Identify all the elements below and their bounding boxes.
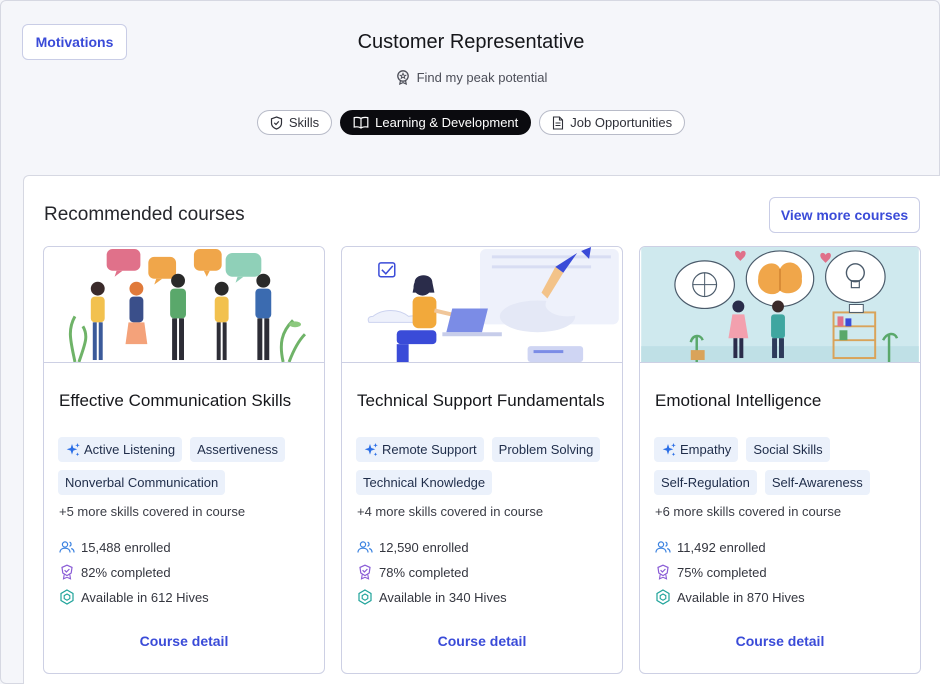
more-skills-text: +4 more skills covered in course [357,504,544,519]
skill-chip-label: Assertiveness [197,442,278,457]
users-icon [59,541,75,553]
users-icon [655,541,671,553]
skill-chip: Technical Knowledge [356,470,493,495]
skill-chip: Active Listening [58,437,183,462]
hives-stat: Available in 870 Hives [655,589,805,605]
tab-learning-development[interactable]: Learning & Development [340,110,532,135]
completed-label: 78% completed [379,564,469,580]
more-skills-text: +6 more skills covered in course [655,504,842,519]
skill-chip: Self-Awareness [764,470,870,495]
hive-icon [60,589,74,605]
tab-job-opportunities[interactable]: Job Opportunities [539,110,686,135]
completed-label: 82% completed [81,564,171,580]
course-card[interactable]: Effective Communication Skills Active Li… [43,246,325,674]
hive-icon [656,589,670,605]
sparkle-icon [662,442,676,456]
tab-skills[interactable]: Skills [256,110,333,135]
skill-chip-label: Technical Knowledge [363,475,486,490]
course-detail-link[interactable]: Course detail [640,633,920,649]
skill-chips: Active Listening Assertiveness Nonverbal… [58,437,314,495]
skill-chip: Empathy [654,437,739,462]
recommended-courses-panel: Recommended courses View more courses Ef… [23,175,940,684]
tab-skills-label: Skills [288,115,320,130]
skill-chip: Nonverbal Communication [58,470,226,495]
course-stats: 15,488 enrolled 82% completed Available … [59,539,209,605]
hives-stat: Available in 340 Hives [357,589,507,605]
skill-chips: Empathy Social Skills Self-Regulation Se… [654,437,910,495]
skill-chips: Remote Support Problem Solving Technical… [356,437,612,495]
course-card[interactable]: Technical Support Fundamentals Remote Su… [341,246,623,674]
sparkle-icon [66,442,80,456]
course-stats: 12,590 enrolled 78% completed Available … [357,539,507,605]
badge-icon [61,564,73,580]
skill-chip-label: Nonverbal Communication [65,475,219,490]
document-icon [553,115,564,130]
course-illustration [44,247,324,363]
skill-chip-label: Social Skills [753,442,823,457]
skill-chip-label: Remote Support [382,442,477,457]
tab-job-opportunities-label: Job Opportunities [570,115,673,130]
course-illustration [640,247,920,363]
users-icon [357,541,373,553]
enrolled-stat: 12,590 enrolled [357,539,507,555]
enrolled-stat: 11,492 enrolled [655,539,805,555]
skill-chip: Assertiveness [190,437,285,462]
page-title: Customer Representative [357,31,585,53]
view-more-courses-button[interactable]: View more courses [769,197,920,233]
course-title: Technical Support Fundamentals [357,391,605,410]
skill-chip-label: Self-Awareness [771,475,863,490]
completed-stat: 78% completed [357,564,507,580]
skill-chip-label: Problem Solving [498,442,594,457]
completed-stat: 75% completed [655,564,805,580]
book-icon [353,116,369,129]
skill-chip-label: Active Listening [84,442,176,457]
course-card[interactable]: Emotional Intelligence Empathy Social Sk… [639,246,921,674]
tab-learning-development-label: Learning & Development [375,115,519,130]
skill-chip: Remote Support [356,437,484,462]
section-title: Recommended courses [44,204,245,225]
hives-label: Available in 870 Hives [677,589,805,605]
skill-chip-label: Empathy [680,442,732,457]
skill-chip: Self-Regulation [654,470,757,495]
hives-label: Available in 612 Hives [81,589,209,605]
peak-potential-link[interactable]: Find my peak potential [1,69,940,85]
skill-chip: Social Skills [746,437,830,462]
hives-label: Available in 340 Hives [379,589,507,605]
badge-icon [359,564,371,580]
completed-label: 75% completed [677,564,767,580]
more-skills-text: +5 more skills covered in course [59,504,246,519]
shield-icon [270,115,282,130]
enrolled-label: 12,590 enrolled [379,539,469,555]
enrolled-label: 15,488 enrolled [81,539,171,555]
hive-icon [358,589,372,605]
skill-chip: Problem Solving [491,437,601,462]
hives-stat: Available in 612 Hives [59,589,209,605]
enrolled-label: 11,492 enrolled [677,539,766,555]
award-icon [396,70,409,85]
completed-stat: 82% completed [59,564,209,580]
tab-bar: Skills Learning & Development Job Opport… [1,110,940,135]
course-title: Effective Communication Skills [59,391,292,410]
enrolled-stat: 15,488 enrolled [59,539,209,555]
app-frame: Motivations Customer Representative Find… [0,0,940,684]
course-illustration [342,247,622,363]
peak-potential-label: Find my peak potential [416,69,548,85]
course-stats: 11,492 enrolled 75% completed Available … [655,539,805,605]
badge-icon [657,564,669,580]
sparkle-icon [364,442,378,456]
course-title: Emotional Intelligence [655,391,822,410]
skill-chip-label: Self-Regulation [661,475,750,490]
course-detail-link[interactable]: Course detail [342,633,622,649]
course-detail-link[interactable]: Course detail [44,633,324,649]
